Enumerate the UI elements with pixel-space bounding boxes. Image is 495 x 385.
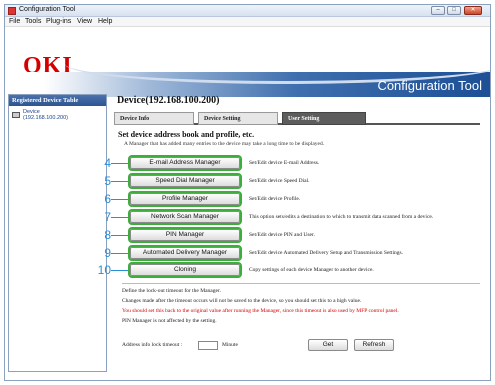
main-content: Device(192.168.100.200) Device Info Devi…: [98, 94, 484, 372]
callout-number: 8: [104, 228, 111, 242]
cloning-desc: Copy settings of each device Manager to …: [249, 267, 374, 273]
network-scan-manager-desc: This option sets/edits a destination to …: [249, 214, 434, 220]
lock-timeout-unit: Minute: [222, 342, 238, 348]
window-title: Configuration Tool: [19, 6, 76, 13]
automated-delivery-manager-button[interactable]: Automated Delivery Manager: [130, 247, 240, 259]
lock-timeout-input[interactable]: [198, 341, 218, 350]
app-icon: [8, 7, 16, 15]
email-address-manager-desc: Set/Edit device E-mail Address.: [249, 160, 320, 166]
lockout-line-4: PIN Manager is not affected by the setti…: [122, 318, 217, 324]
callout-leader: [111, 163, 128, 164]
close-button[interactable]: ✕: [464, 6, 482, 15]
device-list-item[interactable]: Device (192.168.100.200): [11, 109, 105, 123]
user-setting-panel: Set device address book and profile, etc…: [98, 128, 480, 368]
device-ip: (192.168.100.200): [23, 115, 68, 121]
lockout-line-2: Changes made after the timeout occurs wi…: [122, 298, 362, 304]
menu-file[interactable]: File: [9, 18, 20, 25]
banner: OKI Configuration Tool: [5, 27, 490, 97]
device-table-panel: Registered Device Table Device (192.168.…: [8, 94, 107, 372]
cloning-button[interactable]: Cloning: [130, 264, 240, 276]
tab-bar: Device Info Device Setting User Setting: [114, 112, 480, 125]
email-address-manager-button[interactable]: E-mail Address Manager: [130, 157, 240, 169]
menu-bar: File Tools Plug-ins View Help: [5, 17, 490, 27]
menu-help[interactable]: Help: [98, 18, 112, 25]
minimize-button[interactable]: –: [431, 6, 445, 15]
callout-leader: [111, 253, 128, 254]
get-button[interactable]: Get: [308, 339, 348, 351]
menu-tools[interactable]: Tools: [25, 18, 41, 25]
callout-leader: [111, 217, 128, 218]
lockout-warning: You should set this back to the original…: [122, 308, 399, 314]
app-title: Configuration Tool: [377, 78, 482, 93]
network-scan-manager-button[interactable]: Network Scan Manager: [130, 211, 240, 223]
speed-dial-manager-desc: Set/Edit device Speed Dial.: [249, 178, 310, 184]
panel-heading: Set device address book and profile, etc…: [118, 130, 255, 139]
callout-leader: [111, 235, 128, 236]
panel-note: A Manager that has added many entries to…: [124, 141, 325, 147]
device-title: Device(192.168.100.200): [117, 95, 220, 106]
tab-device-setting[interactable]: Device Setting: [198, 112, 278, 125]
lockout-section: Define the lock-out timeout for the Mana…: [122, 283, 480, 355]
maximize-button[interactable]: □: [447, 6, 461, 15]
menu-view[interactable]: View: [77, 18, 92, 25]
callout-number: 9: [104, 246, 111, 260]
callout-number: 7: [104, 210, 111, 224]
pin-manager-button[interactable]: PIN Manager: [130, 229, 240, 241]
device-icon: [12, 112, 20, 118]
tab-device-info[interactable]: Device Info: [114, 112, 194, 125]
tab-user-setting[interactable]: User Setting: [282, 112, 366, 125]
callout-leader: [111, 199, 128, 200]
speed-dial-manager-button[interactable]: Speed Dial Manager: [130, 175, 240, 187]
device-label: Device (192.168.100.200): [23, 109, 68, 121]
lock-timeout-label: Address info lock timeout :: [122, 342, 183, 348]
profile-manager-button[interactable]: Profile Manager: [130, 193, 240, 205]
callout-leader: [111, 181, 128, 182]
lockout-line-1: Define the lock-out timeout for the Mana…: [122, 288, 221, 294]
automated-delivery-manager-desc: Set/Edit device Automated Delivery Setup…: [249, 250, 403, 256]
callout-number: 6: [104, 192, 111, 206]
callout-number: 4: [104, 156, 111, 170]
refresh-button[interactable]: Refresh: [354, 339, 394, 351]
callout-number: 5: [104, 174, 111, 188]
device-table-header: Registered Device Table: [9, 95, 106, 106]
callout-number: 10: [97, 263, 111, 277]
callout-leader: [111, 270, 128, 271]
profile-manager-desc: Set/Edit device Profile.: [249, 196, 301, 202]
menu-plugins[interactable]: Plug-ins: [46, 18, 71, 25]
title-bar: Configuration Tool – □ ✕: [5, 5, 490, 17]
pin-manager-desc: Set/Edit device PIN and User.: [249, 232, 315, 238]
